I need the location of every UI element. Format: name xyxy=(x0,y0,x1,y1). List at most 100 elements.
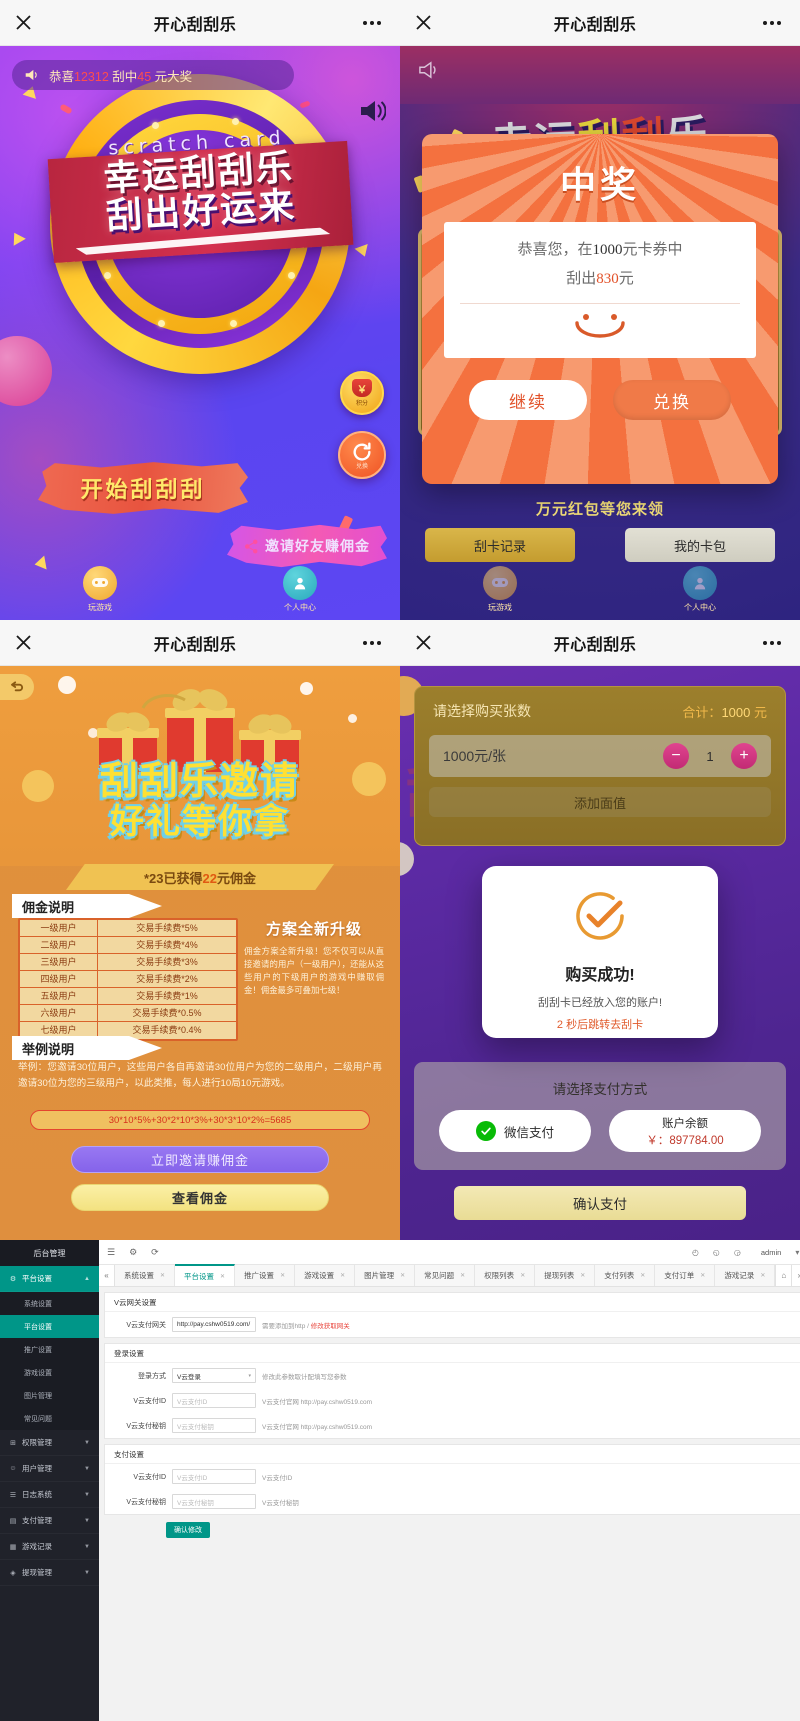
submenu-item-system-settings[interactable]: 系统设置 xyxy=(0,1292,99,1315)
close-icon[interactable]: ✕ xyxy=(460,1272,465,1279)
my-card-wallet-button[interactable]: 我的卡包 xyxy=(625,528,775,562)
tab-system-settings[interactable]: 系统设置 ✕ xyxy=(115,1265,176,1286)
submenu-item-platform-settings[interactable]: 平台设置 xyxy=(0,1315,99,1338)
more-dots-icon[interactable] xyxy=(744,20,800,25)
cell-rate: 交易手续费*1% xyxy=(136,991,198,1001)
chevron-down-icon: ▾ xyxy=(248,1372,251,1379)
commission-ribbon: *23已获得22元佣金 xyxy=(66,864,334,890)
sidebar-item-withdraw-manage[interactable]: ◈ 提现管理 ▼ xyxy=(0,1560,99,1586)
login-method-select[interactable]: V云登录 ▾ xyxy=(172,1368,256,1383)
tab-scroll-left[interactable]: « xyxy=(99,1265,115,1286)
continue-button[interactable]: 继续 xyxy=(469,380,587,420)
sidebar-item-payment-manage[interactable]: ▤ 支付管理 ▼ xyxy=(0,1508,99,1534)
success-countdown: 2 秒后跳转去刮卡 xyxy=(556,1019,644,1031)
tab-home-button[interactable]: ⌂ xyxy=(775,1265,792,1286)
gateway-url-input[interactable]: http://pay.cshw0519.com/ xyxy=(172,1317,256,1332)
tab-image-manage[interactable]: 图片管理 ✕ xyxy=(355,1265,416,1286)
exchange-badge[interactable]: 兑换 xyxy=(338,431,386,479)
minus-icon[interactable]: − xyxy=(663,743,689,769)
card-icon: ▤ xyxy=(9,1517,17,1525)
more-icon[interactable]: ◶ xyxy=(734,1248,741,1257)
sound-toggle-icon[interactable] xyxy=(418,60,440,80)
tab-game-records[interactable]: 游戏记录 ✕ xyxy=(715,1265,776,1286)
close-icon[interactable]: ✕ xyxy=(700,1272,705,1279)
more-dots-icon[interactable] xyxy=(344,640,400,645)
commission-formula: 30*10*5%+30*2*10*3%+30*3*10*2%=5685 xyxy=(30,1110,370,1130)
invite-stage: 刮刮乐邀请 好礼等你拿 *23已获得22元佣金 佣金说明 一级用户 交易手续费*5… xyxy=(0,666,400,1240)
payment-option-balance[interactable]: 账户余额 ￥：897784.00 xyxy=(609,1110,761,1152)
start-scratch-button[interactable]: 开始刮刮刮 xyxy=(38,462,248,514)
close-icon[interactable] xyxy=(400,634,446,651)
tab-payment-orders[interactable]: 支付订单 ✕ xyxy=(655,1265,716,1286)
view-commission-button[interactable]: 查看佣金 xyxy=(71,1184,329,1211)
hamburger-icon[interactable]: ☰ xyxy=(107,1247,115,1258)
gear-icon[interactable]: ⚙ xyxy=(129,1247,137,1258)
close-icon[interactable]: ✕ xyxy=(220,1273,225,1280)
chevron-down-icon[interactable]: ▾ xyxy=(795,1248,799,1257)
close-icon[interactable]: ✕ xyxy=(160,1272,165,1279)
pay-id-input[interactable]: V云支付ID xyxy=(172,1469,256,1484)
tab-profile[interactable]: 个人中心 xyxy=(683,565,717,613)
back-icon[interactable]: ◴ xyxy=(692,1248,699,1257)
close-icon[interactable]: ✕ xyxy=(280,1272,285,1279)
tab-withdraw-list[interactable]: 提现列表 ✕ xyxy=(535,1265,596,1286)
lock-icon: ⊞ xyxy=(10,1439,16,1447)
close-icon[interactable] xyxy=(0,14,46,31)
plan-upgrade-title: 方案全新升级 xyxy=(265,921,362,938)
tab-permission-list[interactable]: 权限列表 ✕ xyxy=(475,1265,536,1286)
winner-marquee[interactable]: 恭喜12312 刮中45 元大奖 xyxy=(12,60,294,90)
plus-icon[interactable]: + xyxy=(731,743,757,769)
tab-scroll-right[interactable]: » xyxy=(791,1265,800,1286)
refresh-icon[interactable]: ⟳ xyxy=(151,1247,159,1258)
login-payid-input[interactable]: V云支付ID xyxy=(172,1393,256,1408)
tab-play-game[interactable]: 玩游戏 xyxy=(483,565,517,613)
close-icon[interactable]: ✕ xyxy=(580,1272,585,1279)
exchange-button[interactable]: 兑换 xyxy=(613,380,731,420)
buy-stage: 刮刮乐源码 请选择购买张数 合计：1000 元 1000元/张 − 1 + xyxy=(400,666,800,1240)
tab-profile[interactable]: 个人中心 xyxy=(283,565,317,613)
sidebar-item-log-system[interactable]: ☰ 日志系统 ▼ xyxy=(0,1482,99,1508)
admin-user-label[interactable]: admin xyxy=(761,1248,781,1257)
close-icon[interactable]: ✕ xyxy=(400,1272,405,1279)
tab-payment-list[interactable]: 支付列表 ✕ xyxy=(595,1265,656,1286)
start-scratch-label: 开始刮刮刮 xyxy=(80,477,206,502)
close-icon[interactable]: ✕ xyxy=(340,1272,345,1279)
close-icon[interactable]: ✕ xyxy=(760,1272,765,1279)
submenu-item-promo-settings[interactable]: 推广设置 xyxy=(0,1338,99,1361)
payment-option-wechat[interactable]: 微信支付 xyxy=(439,1110,591,1152)
back-arrow-icon[interactable] xyxy=(0,674,34,700)
more-dots-icon[interactable] xyxy=(744,640,800,645)
sidebar-item-platform-settings[interactable]: ⚙ 平台设置 ▲ xyxy=(0,1266,99,1292)
scratch-history-button[interactable]: 刮卡记录 xyxy=(425,528,575,562)
tab-platform-settings[interactable]: 平台设置 ✕ xyxy=(175,1264,236,1286)
win-modal-line-2: 刮出830元 xyxy=(566,270,634,287)
add-denomination-button[interactable]: 添加面值 xyxy=(429,787,771,817)
more-dots-icon[interactable] xyxy=(344,20,400,25)
sidebar-item-game-records[interactable]: ▦ 游戏记录 ▼ xyxy=(0,1534,99,1560)
save-button[interactable]: 确认修改 xyxy=(166,1522,210,1538)
pay-key-input[interactable]: V云支付秘钥 xyxy=(172,1494,256,1509)
sound-toggle-icon[interactable] xyxy=(358,98,387,124)
confirm-payment-button[interactable]: 确认支付 xyxy=(454,1186,746,1220)
submenu-item-faq[interactable]: 常见问题 xyxy=(0,1407,99,1430)
tab-play-game[interactable]: 玩游戏 xyxy=(83,565,117,613)
forward-icon[interactable]: ◵ xyxy=(713,1248,720,1257)
submenu-item-game-settings[interactable]: 游戏设置 xyxy=(0,1361,99,1384)
tab-game-settings[interactable]: 游戏设置 ✕ xyxy=(295,1265,356,1286)
submenu-item-image-manage[interactable]: 图片管理 xyxy=(0,1384,99,1407)
sidebar-item-user-manage[interactable]: ☺ 用户管理 ▼ xyxy=(0,1456,99,1482)
tab-promo-settings[interactable]: 推广设置 ✕ xyxy=(235,1265,296,1286)
table-row: 六级用户 交易手续费*0.5% xyxy=(20,1005,236,1022)
exchange-badge-label: 兑换 xyxy=(355,463,368,470)
login-paykey-input[interactable]: V云支付秘钥 xyxy=(172,1418,256,1433)
sidebar-item-permission-manage[interactable]: ⊞ 权限管理 ▼ xyxy=(0,1430,99,1456)
close-icon[interactable] xyxy=(0,634,46,651)
points-badge[interactable]: ￥ 积分 xyxy=(340,371,384,415)
close-icon[interactable] xyxy=(400,14,446,31)
gateway-link[interactable]: 修改获取网关 xyxy=(311,1323,350,1330)
cell-level: 二级用户 xyxy=(20,937,98,953)
tab-faq[interactable]: 常见问题 ✕ xyxy=(415,1265,476,1286)
close-icon[interactable]: ✕ xyxy=(640,1272,645,1279)
invite-now-button[interactable]: 立即邀请赚佣金 xyxy=(71,1146,329,1173)
close-icon[interactable]: ✕ xyxy=(520,1272,525,1279)
